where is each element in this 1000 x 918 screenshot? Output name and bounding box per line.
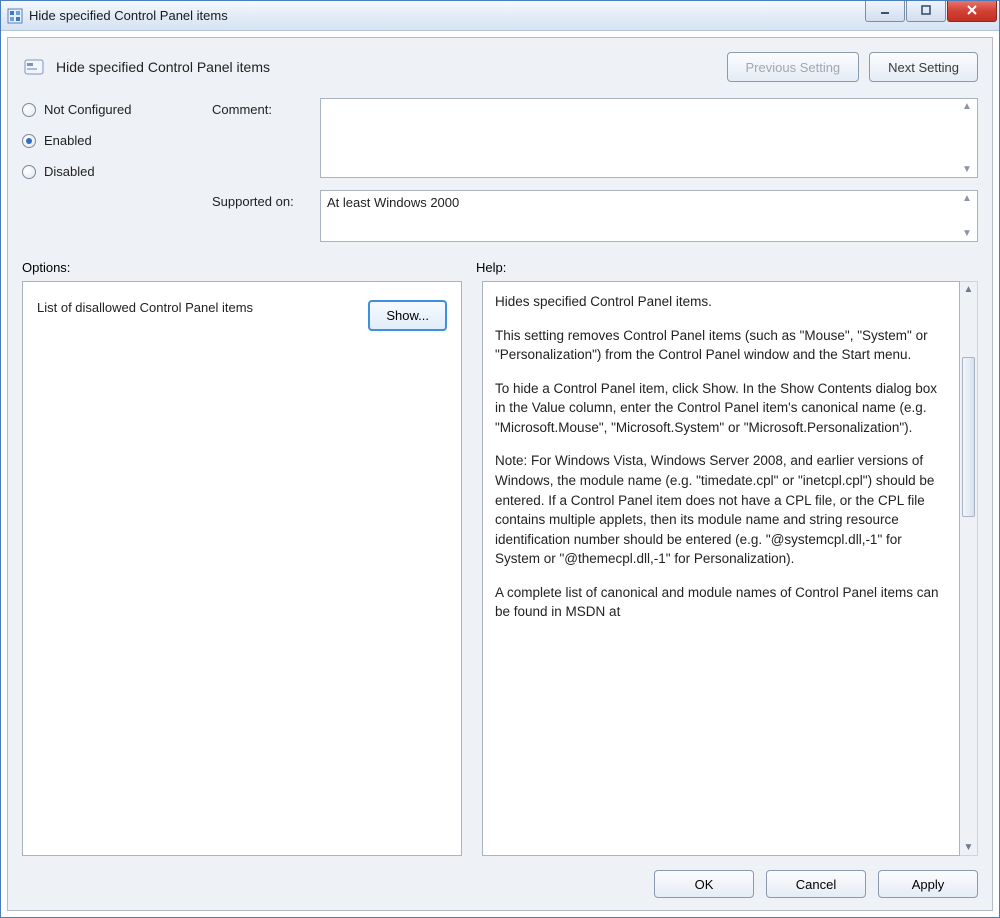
minimize-button[interactable] (865, 1, 905, 22)
maximize-button[interactable] (906, 1, 946, 22)
lower-panels: List of disallowed Control Panel items S… (22, 281, 978, 856)
dialog-window: Hide specified Control Panel items (0, 0, 1000, 918)
close-button[interactable] (947, 1, 997, 22)
next-setting-button[interactable]: Next Setting (869, 52, 978, 82)
radio-disabled[interactable]: Disabled (22, 164, 192, 179)
previous-setting-button[interactable]: Previous Setting (727, 52, 860, 82)
close-icon (966, 3, 978, 19)
scroll-thumb[interactable] (962, 357, 975, 517)
scroll-up-icon: ▲ (959, 193, 975, 204)
scroll-down-icon: ▼ (964, 840, 974, 855)
supported-on-box: At least Windows 2000 ▲ ▼ (320, 190, 978, 242)
scroll-up-icon: ▲ (964, 282, 974, 297)
cancel-button[interactable]: Cancel (766, 870, 866, 898)
radio-icon (22, 103, 36, 117)
dialog-footer: OK Cancel Apply (22, 856, 978, 898)
scroll-down-icon: ▼ (959, 164, 975, 175)
radio-not-configured[interactable]: Not Configured (22, 102, 192, 117)
panel-labels: Options: Help: (22, 260, 978, 275)
radio-label: Not Configured (44, 102, 131, 117)
scroll-down-icon: ▼ (959, 228, 975, 239)
minimize-icon (879, 4, 891, 19)
state-radio-group: Not Configured Enabled Disabled (22, 98, 192, 242)
comment-label: Comment: (212, 98, 312, 117)
help-paragraph: Hides specified Control Panel items. (495, 292, 947, 312)
help-wrap: Hides specified Control Panel items. Thi… (482, 281, 978, 856)
help-paragraph: A complete list of canonical and module … (495, 583, 947, 622)
scroll-up-icon: ▲ (959, 101, 975, 112)
scrollbar[interactable]: ▲ ▼ (959, 193, 975, 239)
radio-icon (22, 134, 36, 148)
radio-enabled[interactable]: Enabled (22, 133, 192, 148)
options-label: Options: (22, 260, 476, 275)
show-button[interactable]: Show... (368, 300, 447, 331)
policy-icon (22, 55, 46, 79)
help-label: Help: (476, 260, 978, 275)
scroll-track[interactable] (960, 297, 977, 840)
options-panel: List of disallowed Control Panel items S… (22, 281, 462, 856)
radio-icon (22, 165, 36, 179)
apply-button[interactable]: Apply (878, 870, 978, 898)
supported-label: Supported on: (212, 190, 312, 209)
supported-value: At least Windows 2000 (327, 195, 459, 210)
header-row: Hide specified Control Panel items Previ… (22, 48, 978, 98)
help-scrollbar[interactable]: ▲ ▼ (960, 281, 978, 856)
help-paragraph: Note: For Windows Vista, Windows Server … (495, 451, 947, 568)
window-buttons (864, 1, 999, 30)
scrollbar[interactable]: ▲ ▼ (959, 101, 975, 175)
window-title: Hide specified Control Panel items (29, 8, 864, 23)
ok-button[interactable]: OK (654, 870, 754, 898)
fields-column: Comment: ▲ ▼ Supported on: At least Wind… (212, 98, 978, 242)
maximize-icon (920, 4, 932, 19)
radio-label: Disabled (44, 164, 95, 179)
radio-label: Enabled (44, 133, 92, 148)
client-area: Hide specified Control Panel items Previ… (7, 37, 993, 911)
help-paragraph: This setting removes Control Panel items… (495, 326, 947, 365)
config-area: Not Configured Enabled Disabled Comment:… (22, 98, 978, 242)
page-title: Hide specified Control Panel items (56, 59, 717, 75)
comment-input[interactable]: ▲ ▼ (320, 98, 978, 178)
help-paragraph: To hide a Control Panel item, click Show… (495, 379, 947, 438)
options-item-label: List of disallowed Control Panel items (37, 300, 352, 315)
titlebar[interactable]: Hide specified Control Panel items (1, 1, 999, 31)
help-panel: Hides specified Control Panel items. Thi… (482, 281, 960, 856)
app-icon (7, 8, 23, 24)
